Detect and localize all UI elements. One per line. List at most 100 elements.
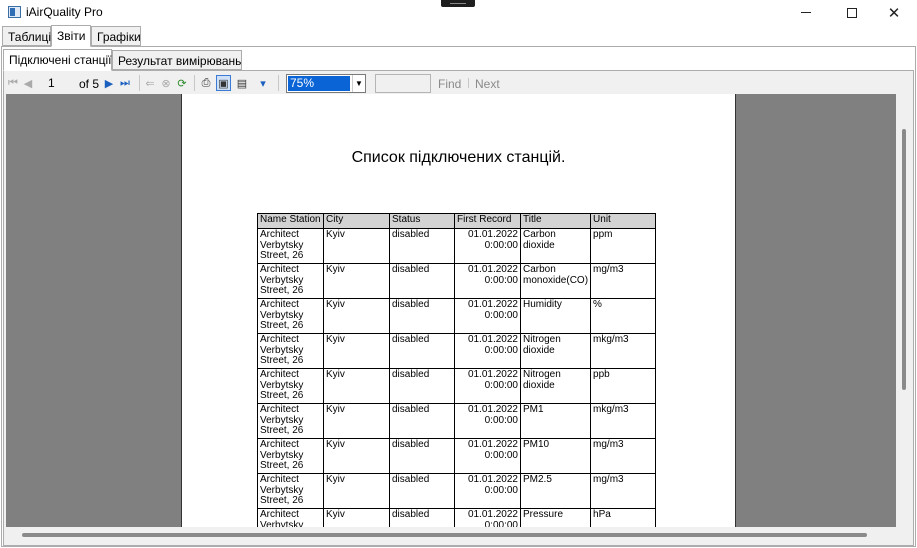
export-icon[interactable]: ▾ xyxy=(253,75,273,91)
table-cell: 01.01.2022 0:00:00 xyxy=(454,333,521,369)
main-tabs: Таблиці Звіти Графіки xyxy=(0,25,917,47)
maximize-icon xyxy=(847,7,857,18)
last-page-icon[interactable]: ⏭ xyxy=(120,75,130,91)
tab-reports[interactable]: Звіти xyxy=(51,25,91,47)
table-cell: disabled xyxy=(389,438,455,474)
table-cell: Nitrogen dioxide xyxy=(519,333,592,369)
column-header: Unit xyxy=(590,213,657,229)
close-icon: ✕ xyxy=(887,4,901,22)
table-row: Architect Verbytsky Street, 26Kyivdisabl… xyxy=(257,368,657,404)
table-cell: 01.01.2022 0:00:00 xyxy=(454,368,521,404)
tab-connected-stations[interactable]: Підключені станції xyxy=(3,49,112,71)
table-cell: disabled xyxy=(389,263,455,299)
table-cell: mg/m3 xyxy=(590,473,657,509)
toolbar-separator xyxy=(194,75,195,91)
table-cell: mg/m3 xyxy=(590,263,657,299)
table-cell: Kyiv xyxy=(323,263,390,299)
title-bar: iAirQuality Pro ✕ xyxy=(0,0,917,25)
tab-measurement-results[interactable]: Результат вимірювань xyxy=(112,50,242,70)
table-cell: Architect Verbytsky Street, 26 xyxy=(257,403,324,439)
table-cell: Kyiv xyxy=(323,473,390,509)
table-row: Architect Verbytsky Street, 26Kyivdisabl… xyxy=(257,298,657,334)
column-header: First Record xyxy=(454,213,521,229)
page-number-input[interactable]: 1 xyxy=(45,74,73,92)
minimize-button[interactable] xyxy=(783,0,829,25)
toolbar-separator xyxy=(278,75,279,91)
table-row: Architect Verbytsky Street, 26Kyivdisabl… xyxy=(257,473,657,509)
table-cell: 01.01.2022 0:00:00 xyxy=(454,438,521,474)
tab-charts[interactable]: Графіки xyxy=(91,26,141,46)
table-row: Architect Verbytsky Street, 26Kyivdisabl… xyxy=(257,333,657,369)
column-header: City xyxy=(323,213,390,229)
zoom-select[interactable]: 75% ▼ xyxy=(286,74,366,93)
table-cell: Architect Verbytsky Street, 26 xyxy=(257,263,324,299)
horizontal-scroll-thumb[interactable] xyxy=(22,533,867,537)
table-cell: Nitrogen dioxide xyxy=(519,368,592,404)
toolbar-separator xyxy=(468,78,469,88)
snap-grip-handle[interactable] xyxy=(441,0,475,7)
table-cell: 01.01.2022 0:00:00 xyxy=(454,473,521,509)
find-next-link[interactable]: Next xyxy=(475,77,500,91)
column-header: Name Station xyxy=(257,213,324,229)
page-setup-icon[interactable]: ▤ xyxy=(235,75,249,91)
report-tabs: Підключені станції Результат вимірювань xyxy=(3,49,913,71)
table-cell: PM1 xyxy=(519,403,592,439)
back-icon[interactable]: ⇐ xyxy=(145,75,155,91)
table-cell: Architect Verbytsky Street, 26 xyxy=(257,508,324,527)
report-viewer[interactable]: Список підключених станцій. Name Station… xyxy=(6,94,909,527)
page-count-label: of 5 xyxy=(79,77,100,91)
table-cell: mkg/m3 xyxy=(590,403,657,439)
table-cell: PM10 xyxy=(519,438,592,474)
refresh-icon[interactable]: ⟳ xyxy=(176,75,188,91)
table-cell: Kyiv xyxy=(323,403,390,439)
table-row: Architect Verbytsky Street, 26Kyivdisabl… xyxy=(257,403,657,439)
column-header: Title xyxy=(519,213,592,229)
tab-tables[interactable]: Таблиці xyxy=(2,26,51,46)
report-toolbar: ⏮ ◀ 1 of 5 ▶ ⏭ ⇐ ⊗ ⟳ ⎙ ▣ ▤ ▾ 75% ▼ Find … xyxy=(4,72,912,94)
table-cell: Kyiv xyxy=(323,368,390,404)
table-cell: 01.01.2022 0:00:00 xyxy=(454,298,521,334)
table-cell: hPa xyxy=(590,508,657,527)
table-cell: Kyiv xyxy=(323,438,390,474)
chevron-down-icon[interactable]: ▼ xyxy=(352,75,365,92)
stop-icon[interactable]: ⊗ xyxy=(160,75,172,91)
column-header: Status xyxy=(389,213,455,229)
table-cell: disabled xyxy=(389,508,455,527)
table-cell: Architect Verbytsky Street, 26 xyxy=(257,228,324,264)
table-cell: Architect Verbytsky Street, 26 xyxy=(257,438,324,474)
window-title: iAirQuality Pro xyxy=(26,5,103,19)
table-cell: Carbon monoxide(CO) xyxy=(519,263,592,299)
stations-table: Name Station City Status First Record Ti… xyxy=(257,213,657,527)
table-cell: Kyiv xyxy=(323,228,390,264)
find-link[interactable]: Find xyxy=(438,77,461,91)
report-page: Список підключених станцій. Name Station… xyxy=(181,94,736,527)
table-cell: 01.01.2022 0:00:00 xyxy=(454,403,521,439)
table-row: Architect Verbytsky Street, 26Kyivdisabl… xyxy=(257,263,657,299)
next-page-icon[interactable]: ▶ xyxy=(104,75,114,91)
previous-page-icon[interactable]: ◀ xyxy=(23,75,33,91)
print-layout-icon[interactable]: ▣ xyxy=(216,75,231,91)
zoom-value: 75% xyxy=(288,76,350,91)
close-button[interactable]: ✕ xyxy=(871,0,917,25)
table-cell: Architect Verbytsky Street, 26 xyxy=(257,298,324,334)
table-cell: Architect Verbytsky Street, 26 xyxy=(257,333,324,369)
vertical-scroll-thumb[interactable] xyxy=(902,129,906,390)
table-cell: PM2.5 xyxy=(519,473,592,509)
table-cell: Humidity xyxy=(519,298,592,334)
table-cell: Kyiv xyxy=(323,298,390,334)
table-cell: disabled xyxy=(389,333,455,369)
table-cell: Kyiv xyxy=(323,508,390,527)
table-row: Architect Verbytsky Street, 26Kyivdisabl… xyxy=(257,228,657,264)
table-cell: Carbon dioxide xyxy=(519,228,592,264)
minimize-icon xyxy=(801,12,811,13)
print-icon[interactable]: ⎙ xyxy=(199,75,213,91)
first-page-icon[interactable]: ⏮ xyxy=(8,75,18,91)
table-cell: mkg/m3 xyxy=(590,333,657,369)
table-cell: disabled xyxy=(389,403,455,439)
table-cell: Kyiv xyxy=(323,333,390,369)
app-icon xyxy=(8,6,21,18)
maximize-button[interactable] xyxy=(829,0,875,25)
table-cell: Pressure xyxy=(519,508,592,527)
table-cell: % xyxy=(590,298,657,334)
find-input[interactable] xyxy=(375,74,431,93)
